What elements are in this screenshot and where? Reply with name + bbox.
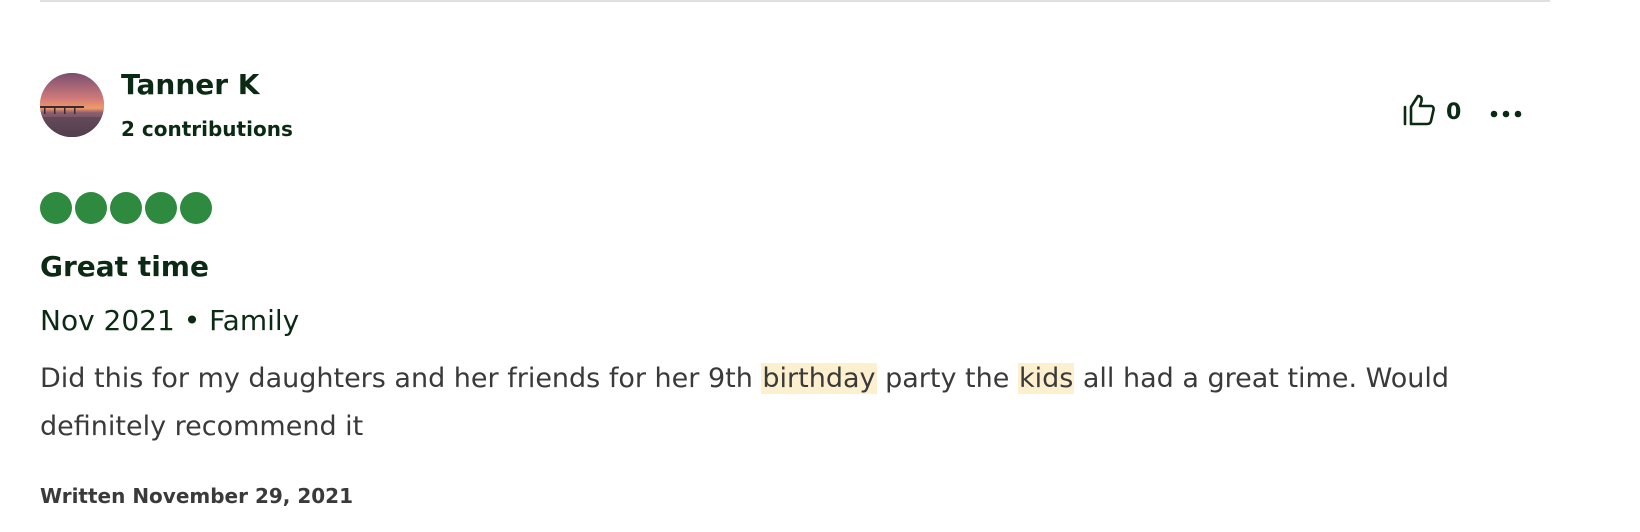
review-card: Tanner K 2 contributions 0 Great time No… [40, 0, 1560, 532]
written-date: Written November 29, 2021 [40, 484, 353, 508]
rating-bubble-filled [180, 192, 212, 224]
review-body-text: Did this for my daughters and her friend… [40, 363, 762, 394]
thumbs-up-icon [1402, 93, 1436, 131]
helpful-vote-button[interactable]: 0 [1402, 94, 1461, 130]
avatar-sunset-pier-photo [40, 73, 104, 137]
review-meta: Nov 2021 • Family [40, 304, 300, 337]
user-avatar[interactable] [40, 73, 104, 137]
rating-bubble-filled [75, 192, 107, 224]
helpful-count: 0 [1446, 99, 1462, 125]
rating-bubble-filled [110, 192, 142, 224]
more-options-button[interactable] [1486, 96, 1526, 128]
rating-bubbles [40, 192, 212, 224]
highlighted-keyword: birthday [761, 363, 877, 394]
review-body-text: party the [876, 363, 1018, 394]
rating-bubble-filled [40, 192, 72, 224]
rating-bubble-filled [145, 192, 177, 224]
user-contributions: 2 contributions [121, 117, 293, 141]
user-name[interactable]: Tanner K [121, 68, 260, 101]
review-body: Did this for my daughters and her friend… [40, 355, 1550, 451]
highlighted-keyword: kids [1017, 363, 1075, 394]
review-title[interactable]: Great time [40, 250, 209, 283]
more-options-icon [1490, 103, 1522, 122]
